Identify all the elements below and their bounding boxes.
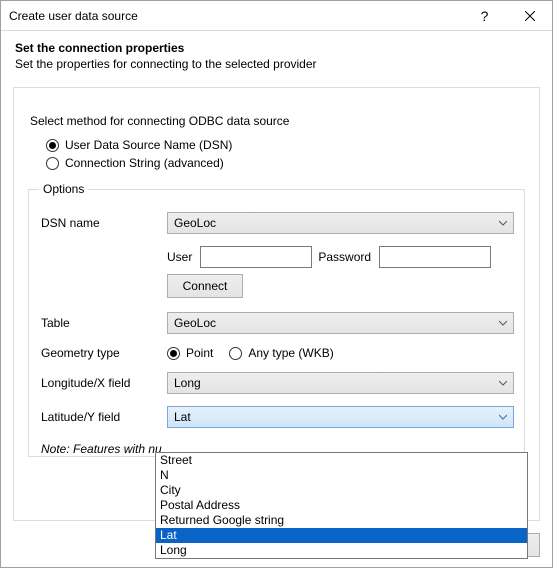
close-button[interactable] (507, 1, 552, 30)
radio-label: Any type (WKB) (248, 346, 333, 360)
radio-geom-point[interactable]: Point (167, 346, 213, 360)
radio-method-connstring[interactable]: Connection String (advanced) (46, 156, 525, 170)
dsn-name-value: GeoLoc (174, 216, 216, 230)
connect-button-label: Connect (183, 279, 228, 293)
options-legend: Options (39, 182, 88, 196)
radio-icon (229, 347, 242, 360)
credentials-row: User Password (167, 246, 514, 268)
titlebar: Create user data source ? (1, 1, 552, 31)
dropdown-option[interactable]: City (156, 483, 527, 498)
window-title: Create user data source (9, 9, 462, 23)
page-heading: Set the connection properties (15, 41, 538, 55)
chevron-down-icon (495, 216, 511, 230)
intro-text: Select method for connecting ODBC data s… (30, 114, 525, 128)
label-user: User (167, 250, 192, 264)
radio-label: Connection String (advanced) (65, 156, 224, 170)
dsn-name-select[interactable]: GeoLoc (167, 212, 514, 234)
longitude-select[interactable]: Long (167, 372, 514, 394)
content-frame: Select method for connecting ODBC data s… (13, 87, 540, 521)
radio-label: Point (186, 346, 213, 360)
label-dsn-name: DSN name (39, 216, 167, 230)
radio-icon (46, 139, 59, 152)
label-latitude-field: Latitude/Y field (39, 410, 167, 424)
label-table: Table (39, 316, 167, 330)
label-geometry-type: Geometry type (39, 346, 167, 360)
password-input[interactable] (379, 246, 491, 268)
table-value: GeoLoc (174, 316, 216, 330)
dropdown-option[interactable]: Returned Google string (156, 513, 527, 528)
options-fieldset: Options DSN name GeoLoc User Password Co… (28, 182, 525, 457)
radio-geom-any[interactable]: Any type (WKB) (229, 346, 333, 360)
dropdown-option[interactable]: Postal Address (156, 498, 527, 513)
chevron-down-icon (495, 410, 511, 424)
help-button[interactable]: ? (462, 1, 507, 30)
latitude-select[interactable]: Lat (167, 406, 514, 428)
chevron-down-icon (495, 376, 511, 390)
label-longitude-field: Longitude/X field (39, 376, 167, 390)
latitude-value: Lat (174, 410, 191, 424)
chevron-down-icon (495, 316, 511, 330)
longitude-value: Long (174, 376, 201, 390)
latitude-dropdown-list[interactable]: StreetNCityPostal AddressReturned Google… (155, 452, 528, 559)
radio-method-dsn[interactable]: User Data Source Name (DSN) (46, 138, 525, 152)
page-subheading: Set the properties for connecting to the… (15, 57, 538, 71)
dropdown-option[interactable]: Long (156, 543, 527, 558)
table-select[interactable]: GeoLoc (167, 312, 514, 334)
label-password: Password (318, 250, 371, 264)
header: Set the connection properties Set the pr… (1, 31, 552, 77)
radio-icon (167, 347, 180, 360)
close-icon (525, 11, 535, 21)
user-input[interactable] (200, 246, 312, 268)
connect-button[interactable]: Connect (167, 274, 243, 298)
radio-icon (46, 157, 59, 170)
dropdown-option[interactable]: Lat (156, 528, 527, 543)
dropdown-option[interactable]: N (156, 468, 527, 483)
dropdown-option[interactable]: Street (156, 453, 527, 468)
radio-label: User Data Source Name (DSN) (65, 138, 232, 152)
